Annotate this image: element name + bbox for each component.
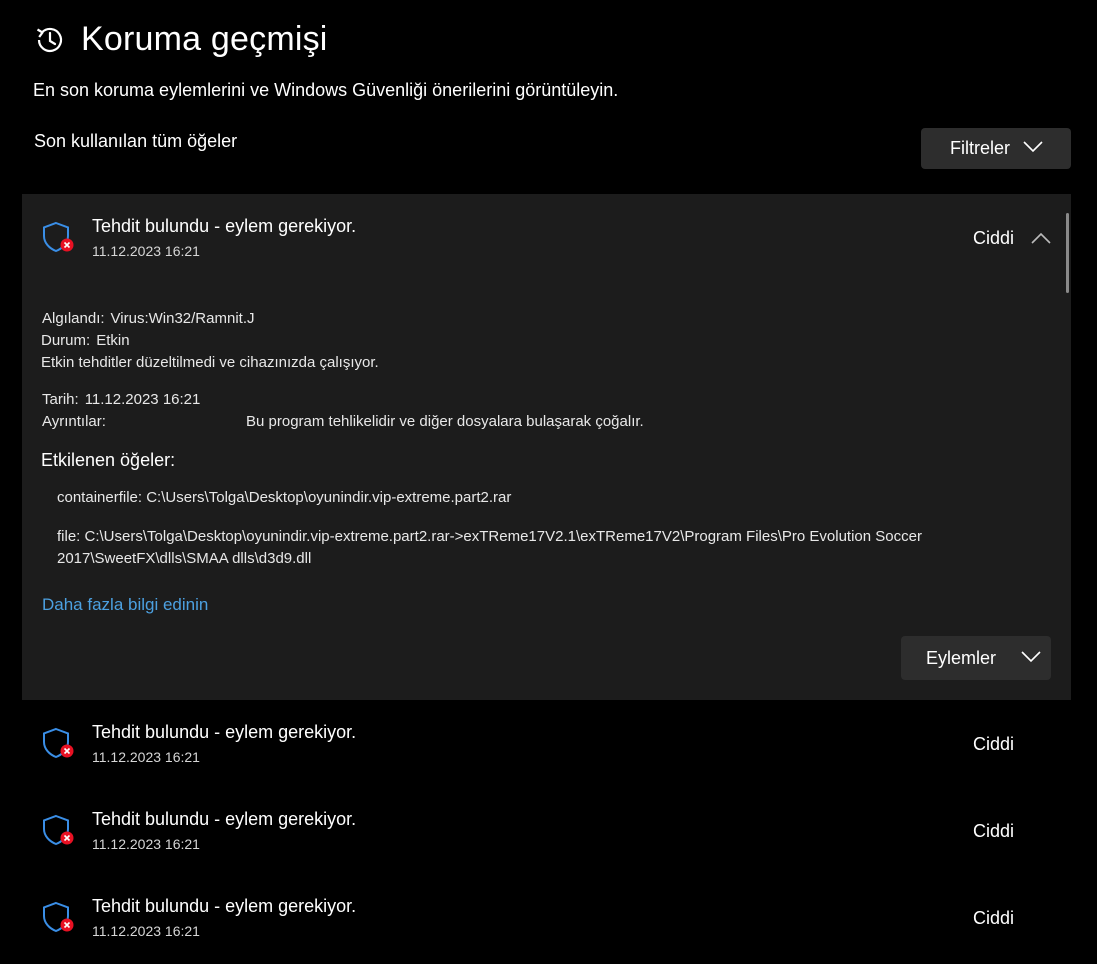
threat-time: 11.12.2023 16:21 [92, 923, 200, 939]
threat-item-expanded[interactable]: Tehdit bulundu - eylem gerekiyor. 11.12.… [22, 194, 1071, 264]
date-label: Tarih: [42, 391, 79, 408]
affected-items-heading: Etkilenen öğeler: [41, 450, 176, 470]
page-header: Koruma geçmişi [33, 20, 328, 59]
threat-time: 11.12.2023 16:21 [92, 749, 200, 765]
protection-history-page: Koruma geçmişi En son koruma eylemlerini… [0, 0, 1097, 964]
severity-label: Ciddi [973, 908, 1015, 928]
threat-time: 11.12.2023 16:21 [92, 836, 200, 852]
chevron-down-icon [1023, 141, 1043, 153]
detected-label: Algılandı: [42, 310, 105, 327]
chevron-down-icon [1021, 651, 1041, 663]
history-icon [36, 27, 63, 52]
threat-time: 11.12.2023 16:21 [92, 243, 200, 259]
status-value: Etkin [96, 332, 130, 349]
shield-alert-icon [43, 901, 74, 933]
detected-value: Virus:Win32/Ramnit.J [110, 310, 255, 327]
threat-name: Tehdit bulundu - eylem gerekiyor. [92, 722, 357, 742]
threat-item[interactable]: Tehdit bulundu - eylem gerekiyor. 11.12.… [22, 874, 1071, 944]
threat-item[interactable]: Tehdit bulundu - eylem gerekiyor. 11.12.… [22, 700, 1071, 770]
threat-name: Tehdit bulundu - eylem gerekiyor. [92, 809, 357, 829]
chevron-up-icon[interactable] [1031, 231, 1051, 245]
actions-label: Eylemler [926, 647, 997, 668]
threat-name: Tehdit bulundu - eylem gerekiyor. [92, 896, 357, 916]
filters-label: Filtreler [950, 138, 1011, 158]
date-value: 11.12.2023 16:21 [84, 391, 201, 408]
date-row: Tarih: 11.12.2023 16:21 [42, 391, 200, 408]
affected-item: containerfile: C:\Users\Tolga\Desktop\oy… [57, 489, 512, 506]
severity-label: Ciddi [973, 228, 1015, 248]
threat-name: Tehdit bulundu - eylem gerekiyor. [92, 216, 357, 236]
details-label: Ayrıntılar: [42, 413, 106, 430]
expanded-threat-card [22, 194, 1071, 700]
status-row: Durum: Etkin [41, 332, 130, 349]
shield-alert-icon [43, 727, 74, 759]
status-note: Etkin tehditler düzeltilmedi ve cihazını… [41, 354, 379, 371]
affected-item: file: C:\Users\Tolga\Desktop\oyunindir.v… [57, 528, 922, 567]
shield-alert-icon [43, 221, 74, 253]
detected-row: Algılandı: Virus:Win32/Ramnit.J [42, 310, 254, 327]
severity-label: Ciddi [973, 734, 1015, 754]
severity-label: Ciddi [973, 821, 1015, 841]
learn-more-link[interactable]: Daha fazla bilgi edinin [42, 595, 208, 615]
shield-alert-icon [43, 814, 74, 846]
section-label: Son kullanılan tüm öğeler [34, 131, 238, 151]
details-value: Bu program tehlikelidir ve diğer dosyala… [246, 413, 644, 430]
page-subtitle: En son koruma eylemlerini ve Windows Güv… [33, 80, 619, 100]
status-label: Durum: [41, 332, 91, 349]
page-title: Koruma geçmişi [81, 20, 328, 58]
filters-button[interactable]: Filtreler [921, 128, 1071, 169]
actions-button[interactable]: Eylemler [901, 636, 1051, 680]
threat-item[interactable]: Tehdit bulundu - eylem gerekiyor. 11.12.… [22, 787, 1071, 857]
